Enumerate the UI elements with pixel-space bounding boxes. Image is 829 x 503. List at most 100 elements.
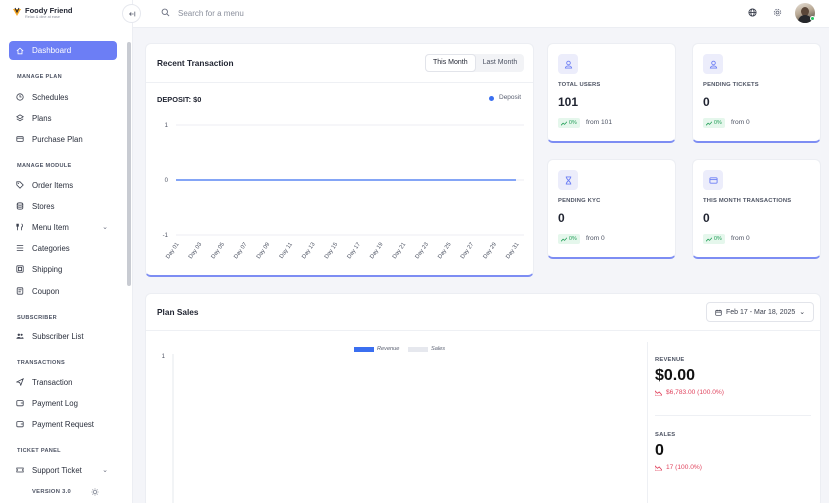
online-status-indicator (810, 16, 815, 21)
x-tick-label: Day 03 (188, 242, 203, 260)
chevron-down-icon: ⌄ (799, 309, 806, 316)
gear-icon[interactable] (773, 8, 782, 17)
y-tick-label: 1 (165, 123, 169, 129)
sidebar-item-order-items[interactable]: Order Items (16, 178, 114, 192)
sidebar-item-categories[interactable]: Categories (16, 241, 114, 255)
section-transactions: TRANSACTIONS (17, 360, 66, 366)
y-tick-label: -1 (163, 233, 169, 239)
sidebar-item-menu-item[interactable]: Menu Item ⌄ (16, 220, 114, 234)
card-icon (708, 176, 718, 184)
sidebar-item-schedules[interactable]: Schedules (16, 90, 114, 104)
stat-icon-box (558, 54, 578, 74)
sidebar-item-support-ticket[interactable]: Support Ticket ⌄ (16, 463, 114, 477)
users-icon (16, 333, 24, 339)
card-title: Plan Sales (157, 307, 199, 317)
sun-icon[interactable] (91, 488, 99, 496)
sidebar-item-label: Schedules (32, 92, 69, 102)
divider (146, 82, 533, 83)
collapse-sidebar-button[interactable] (122, 4, 141, 23)
x-tick-label: Day 29 (483, 242, 498, 260)
sidebar-item-stores[interactable]: Stores (16, 199, 114, 213)
period-tabs: This Month Last Month (425, 54, 525, 72)
section-ticket-panel: TICKET PANEL (17, 448, 61, 454)
x-tick-label: Day 25 (437, 242, 452, 260)
ticket-icon (16, 467, 24, 473)
calendar-icon (715, 309, 722, 316)
x-tick-label: Day 23 (415, 242, 430, 260)
sidebar-item-label: Menu Item (32, 222, 69, 232)
x-tick-label: Day 13 (301, 242, 316, 260)
home-icon (16, 47, 24, 54)
sidebar-item-payment-request[interactable]: Payment Request (16, 417, 114, 431)
sales-value: 0 (655, 442, 664, 459)
stat-icon-box (703, 170, 723, 190)
wallet-icon (16, 400, 24, 407)
x-tick-label: Day 19 (369, 242, 384, 260)
search-input[interactable] (178, 6, 378, 20)
trend-up-icon (561, 120, 567, 126)
sidebar-item-label: Purchase Plan (32, 134, 83, 144)
revenue-value: $0.00 (655, 367, 696, 384)
x-tick-label: Day 07 (233, 242, 248, 260)
sidebar-item-label: Coupon (32, 286, 60, 296)
stat-value: 0 (703, 95, 710, 109)
y-tick-label: 1 (162, 354, 166, 360)
sidebar-item-label: Transaction (32, 377, 73, 387)
sidebar-item-subscriber-list[interactable]: Subscriber List (16, 329, 114, 343)
section-subscriber: SUBSCRIBER (17, 315, 57, 321)
sidebar-item-coupon[interactable]: Coupon (16, 284, 114, 298)
stat-icon-box (558, 170, 578, 190)
sidebar-item-transaction[interactable]: Transaction (16, 375, 114, 389)
version-label: VERSION 3.0 (32, 489, 72, 495)
date-range-picker[interactable]: Feb 17 - Mar 18, 2025 ⌄ (706, 302, 815, 322)
stat-from: from 0 (586, 235, 605, 242)
send-icon (16, 378, 24, 386)
stat-value: 0 (703, 211, 710, 225)
stat-label: THIS MONTH TRANSACTIONS (703, 198, 792, 204)
stat-value: 0 (558, 211, 565, 225)
sidebar-item-payment-log[interactable]: Payment Log (16, 396, 114, 410)
sidebar-item-label: Dashboard (32, 46, 72, 55)
sales-change: 17 (100.0%) (655, 464, 702, 471)
brand-logo[interactable]: Foody Friend Relax & dine at ease (12, 6, 73, 20)
sidebar-item-label: Payment Request (32, 419, 94, 429)
wallet-icon (16, 421, 24, 428)
stat-change: 0% (714, 236, 722, 242)
search-icon (161, 8, 170, 17)
deposit-line-chart: 1 0 -1 Day 01 Day 03 Day 05 Day 07 Day 09 Day 11… (163, 123, 524, 260)
card-icon (16, 136, 24, 142)
sidebar-item-purchase-plan[interactable]: Purchase Plan (16, 132, 114, 146)
tag-icon (16, 181, 24, 189)
stat-change: 0% (569, 120, 577, 126)
globe-icon[interactable] (748, 8, 757, 17)
database-icon (16, 202, 24, 210)
sidebar-item-label: Order Items (32, 180, 74, 190)
x-tick-label: Day 11 (279, 242, 294, 260)
hourglass-icon (565, 175, 571, 185)
stat-from: from 101 (586, 119, 613, 126)
brand-tagline: Relax & dine at ease (25, 15, 61, 19)
tab-this-month[interactable]: This Month (425, 54, 476, 72)
sidebar-item-dashboard[interactable]: Dashboard (9, 41, 117, 60)
stat-icon-box (703, 54, 723, 74)
ship-icon (16, 265, 24, 273)
logo-icon (13, 7, 21, 16)
sidebar-item-shipping[interactable]: Shipping (16, 262, 114, 276)
utensils-icon (16, 223, 23, 231)
legend-label: Deposit (499, 94, 522, 101)
revenue-change: $6,783.00 (100.0%) (655, 389, 724, 396)
stat-change-badge: 0% (703, 118, 725, 128)
x-tick-label: Day 21 (392, 242, 407, 260)
sidebar-scrollbar[interactable] (127, 42, 131, 286)
chevron-down-icon: ⌄ (102, 467, 108, 474)
sidebar-item-label: Plans (32, 113, 52, 123)
sidebar-item-label: Support Ticket (32, 465, 82, 475)
trend-down-icon (655, 389, 662, 396)
stat-card-pending-tickets: PENDING TICKETS 0 0% from 0 (692, 43, 821, 143)
clock-icon (16, 93, 24, 101)
sidebar-item-plans[interactable]: Plans (16, 111, 114, 125)
plan-sales-card: Plan Sales Feb 17 - Mar 18, 2025 ⌄ Reven… (145, 293, 821, 503)
tab-last-month[interactable]: Last Month (476, 54, 525, 72)
sales-label: SALES (655, 432, 676, 438)
stat-label: PENDING KYC (558, 198, 601, 204)
